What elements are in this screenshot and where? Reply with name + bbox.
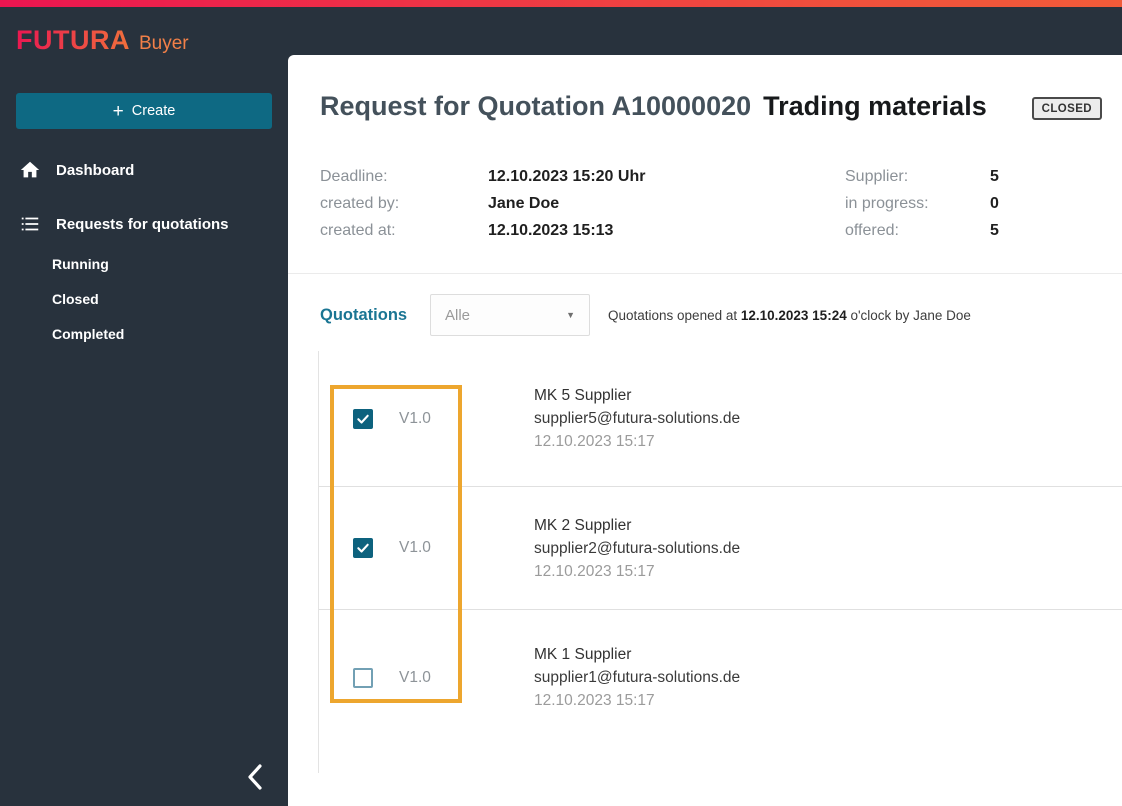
detail-value: Jane Doe xyxy=(488,194,560,212)
detail-label: in progress: xyxy=(845,194,929,212)
sidebar-item-label: Dashboard xyxy=(56,161,135,179)
detail-label: created by: xyxy=(320,194,400,212)
quotations-opened-note: Quotations opened at 12.10.2023 15:24 o'… xyxy=(608,308,971,323)
sidebar: FUTURA Buyer + Create Dashboard Requests… xyxy=(0,7,288,806)
sidebar-item-closed[interactable]: Closed xyxy=(0,281,288,316)
supplier-email: supplier1@futura-solutions.de xyxy=(534,669,741,686)
quotation-row: V1.0 MK 5 Supplier supplier5@futura-solu… xyxy=(319,351,1122,487)
quotations-filter-select[interactable]: Alle ▼ xyxy=(430,294,590,336)
rfq-title: Request for Quotation A10000020 xyxy=(320,91,752,121)
check-icon xyxy=(357,543,369,553)
detail-value: 5 xyxy=(990,167,999,185)
note-timestamp: 12.10.2023 15:24 xyxy=(740,307,847,323)
quotation-date: 12.10.2023 15:17 xyxy=(534,433,655,450)
detail-label: offered: xyxy=(845,221,899,239)
sidebar-subitem-label: Closed xyxy=(52,290,99,307)
list-icon xyxy=(18,212,42,236)
supplier-info: MK 5 Supplier supplier5@futura-solutions… xyxy=(534,384,740,453)
supplier-email: supplier2@futura-solutions.de xyxy=(534,539,741,557)
details-right-column: Supplier: 5 in progress: 0 offered: 5 xyxy=(845,163,999,244)
create-button[interactable]: + Create xyxy=(16,93,272,129)
sidebar-item-running[interactable]: Running xyxy=(0,246,288,281)
check-icon xyxy=(357,414,369,424)
supplier-name: MK 2 Supplier xyxy=(534,516,632,534)
quotations-list: V1.0 MK 5 Supplier supplier5@futura-solu… xyxy=(318,351,1122,773)
sidebar-collapse-button[interactable] xyxy=(238,760,274,796)
note-prefix: Quotations opened at xyxy=(608,307,741,323)
sidebar-nav: Dashboard Requests for quotations Runnin… xyxy=(0,148,288,351)
section-divider xyxy=(288,273,1122,274)
detail-value: 0 xyxy=(990,194,999,212)
supplier-checkbox[interactable] xyxy=(353,667,373,688)
supplier-info: MK 1 Supplier supplier1@futura-solutions… xyxy=(534,643,740,712)
detail-value: 12.10.2023 15:13 xyxy=(488,221,614,239)
quotation-version: V1.0 xyxy=(399,668,431,686)
home-icon xyxy=(18,158,42,182)
filter-selected-value: Alle xyxy=(445,306,471,324)
quotations-header: Quotations Alle ▼ Quotations opened at 1… xyxy=(320,294,1102,336)
detail-row-offered: offered: 5 xyxy=(845,217,999,244)
quotations-heading: Quotations xyxy=(320,305,408,324)
status-badge: CLOSED xyxy=(1031,97,1102,120)
detail-value: 12.10.2023 15:20 Uhr xyxy=(488,167,646,185)
supplier-checkbox[interactable] xyxy=(353,408,373,429)
sidebar-item-dashboard[interactable]: Dashboard xyxy=(0,148,288,192)
quotation-version: V1.0 xyxy=(399,409,431,427)
supplier-email: supplier5@futura-solutions.de xyxy=(534,410,741,427)
supplier-checkbox[interactable] xyxy=(353,538,373,558)
create-button-label: Create xyxy=(131,103,176,119)
note-suffix: o'clock by Jane Doe xyxy=(846,307,971,323)
sidebar-subitem-label: Completed xyxy=(52,325,125,342)
quotation-date: 12.10.2023 15:17 xyxy=(534,562,655,580)
plus-icon: + xyxy=(112,100,124,122)
quotation-row: V1.0 MK 2 Supplier supplier2@futura-solu… xyxy=(319,487,1122,610)
app-logo: FUTURA Buyer xyxy=(0,7,288,56)
sidebar-subitem-label: Running xyxy=(52,255,109,272)
quotation-row: V1.0 MK 1 Supplier supplier1@futura-solu… xyxy=(319,610,1122,745)
detail-row-supplier-count: Supplier: 5 xyxy=(845,163,999,190)
quotation-version: V1.0 xyxy=(399,539,431,556)
rfq-name: Trading materials xyxy=(763,91,987,121)
detail-row-in-progress: in progress: 0 xyxy=(845,190,999,217)
main-content: Request for Quotation A10000020 Trading … xyxy=(288,55,1122,806)
page-title: Request for Quotation A10000020 Trading … xyxy=(320,91,1102,122)
rfq-details: Deadline: 12.10.2023 15:20 Uhr created b… xyxy=(320,163,1102,244)
detail-label: created at: xyxy=(320,221,396,239)
detail-label: Deadline: xyxy=(320,167,388,185)
detail-label: Supplier: xyxy=(845,167,909,185)
futura-logo-text: FUTURA xyxy=(16,25,130,55)
product-name: Buyer xyxy=(138,33,189,54)
top-gradient-strip xyxy=(0,0,1122,7)
chevron-left-icon xyxy=(244,762,268,795)
quotation-date: 12.10.2023 15:17 xyxy=(534,692,655,709)
sidebar-item-completed[interactable]: Completed xyxy=(0,316,288,351)
dropdown-arrow-icon: ▼ xyxy=(566,310,575,320)
sidebar-item-requests-for-quotations[interactable]: Requests for quotations xyxy=(0,202,288,246)
detail-value: 5 xyxy=(990,221,999,239)
supplier-name: MK 1 Supplier xyxy=(534,646,632,663)
sidebar-item-label: Requests for quotations xyxy=(56,215,229,233)
supplier-info: MK 2 Supplier supplier2@futura-solutions… xyxy=(534,514,740,583)
supplier-name: MK 5 Supplier xyxy=(534,387,632,404)
